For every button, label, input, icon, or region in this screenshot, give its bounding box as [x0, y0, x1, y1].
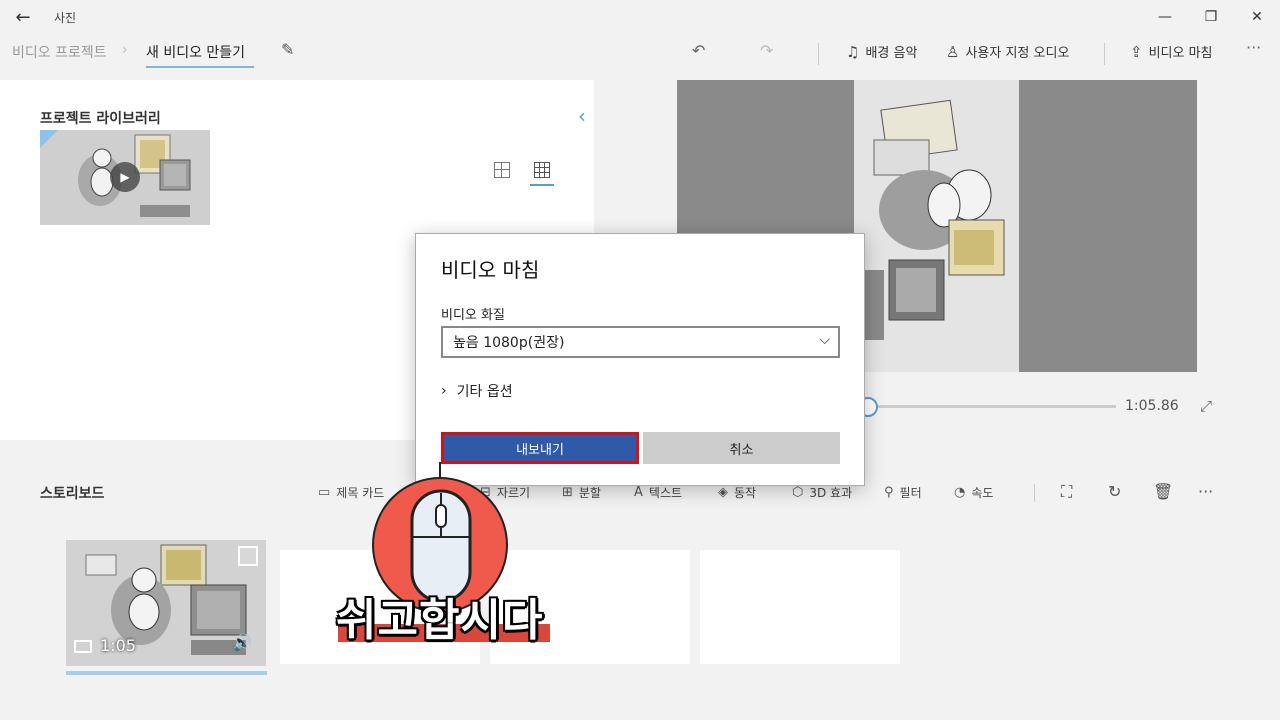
overlay-caption: 쉬고합시다 [336, 595, 544, 646]
callout-connector [439, 462, 441, 490]
